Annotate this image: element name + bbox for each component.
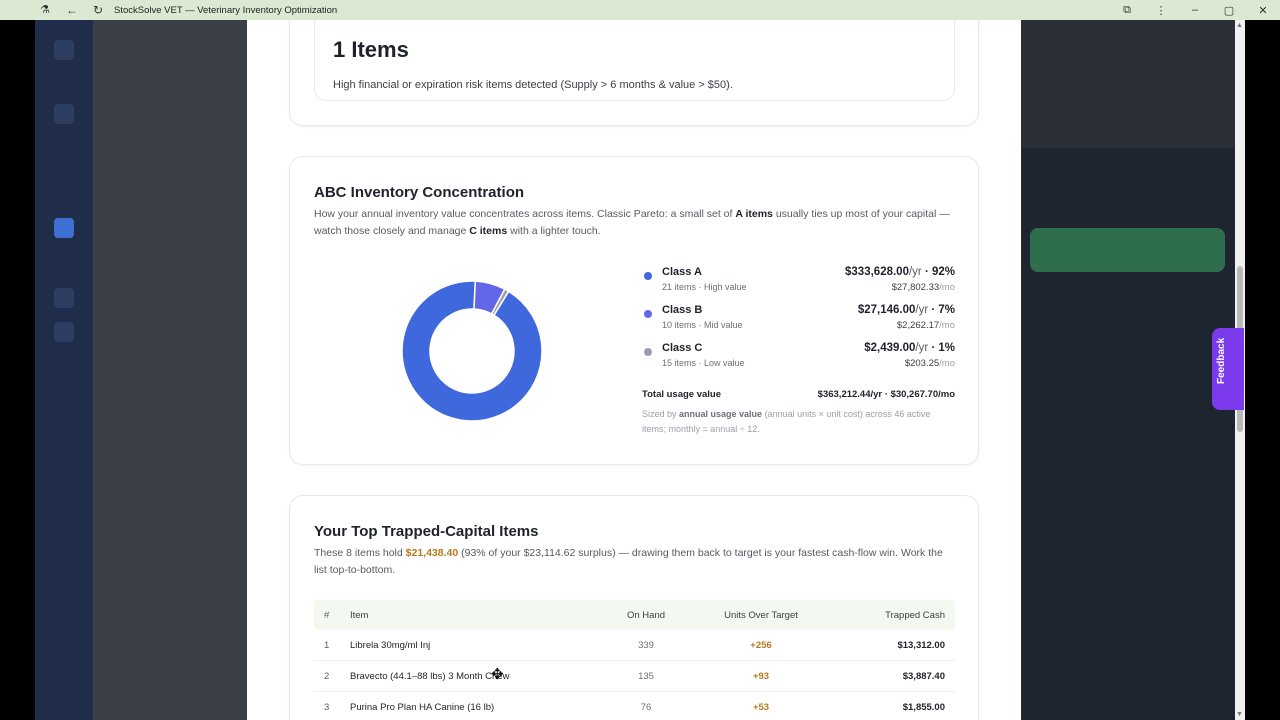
total-usage-label: Total usage value bbox=[642, 389, 722, 400]
background-nav-icon bbox=[54, 288, 74, 308]
header-trapped-cash: Trapped Cash bbox=[885, 609, 945, 621]
legend-class-sub: 15 items · Low value bbox=[662, 358, 745, 368]
risk-count: 1 Items bbox=[333, 37, 409, 62]
trapped-desc-money: $21,438.40 bbox=[405, 547, 459, 559]
sizing-note-text: Sized by bbox=[642, 409, 680, 419]
header-item: Item bbox=[350, 609, 369, 621]
row-item: Bravecto (44.1–88 lbs) 3 Month Chew bbox=[350, 670, 510, 682]
abc-donut-chart bbox=[401, 280, 543, 422]
abc-legend: Class A 21 items · High value $333,628.00/… bbox=[642, 263, 955, 377]
right-margin bbox=[1245, 20, 1280, 720]
sizing-note-bold: annual usage value bbox=[679, 409, 763, 419]
window-title: StockSolve VET — Veterinary Inventory Op… bbox=[114, 4, 338, 16]
abc-description: How your annual inventory value concentr… bbox=[314, 206, 954, 240]
scroll-down-icon[interactable]: ▼ bbox=[1236, 711, 1243, 718]
feedback-tab[interactable]: Feedback bbox=[1212, 328, 1244, 410]
background-green-button bbox=[1030, 228, 1225, 272]
background-nav-icon bbox=[54, 322, 74, 342]
background-sidebar bbox=[35, 20, 93, 720]
maximize-icon[interactable]: ▢ bbox=[1212, 4, 1246, 17]
feedback-label: Feedback bbox=[1216, 337, 1227, 384]
row-trapped-cash: $1,855.00 bbox=[902, 701, 945, 713]
legend-class-monthly: $27,802.33/mo bbox=[891, 282, 955, 293]
row-item: Purina Pro Plan HA Canine (16 lb) bbox=[350, 701, 495, 713]
abc-desc-text: How your annual inventory value concentr… bbox=[314, 208, 736, 220]
legend-class-name: Class A bbox=[662, 266, 702, 278]
background-content bbox=[93, 20, 248, 720]
legend-class-annual: $27,146.00/yr · 7% bbox=[857, 304, 955, 316]
abc-desc-c: C items bbox=[469, 225, 508, 237]
legend-class-sub: 10 items · Mid value bbox=[662, 320, 743, 330]
legend-class-monthly: $203.25/mo bbox=[904, 358, 955, 369]
window-titlebar: ⚗ ← ↻ StockSolve VET — Veterinary Invent… bbox=[0, 0, 1280, 20]
back-icon[interactable]: ← bbox=[66, 3, 78, 17]
legend-row-class-a: Class A 21 items · High value $333,628.00/… bbox=[642, 263, 955, 301]
legend-class-annual: $2,439.00/yr · 1% bbox=[864, 342, 955, 354]
reload-icon[interactable]: ↻ bbox=[92, 3, 104, 17]
row-over-target: +53 bbox=[752, 701, 770, 713]
row-trapped-cash: $13,312.00 bbox=[897, 639, 945, 651]
table-row[interactable]: 1 Librela 30mg/ml Inj 339 +256 $13,312.0… bbox=[314, 630, 955, 661]
legend-class-monthly: $2,262.17/mo bbox=[896, 320, 955, 331]
legend-dot bbox=[644, 348, 652, 356]
row-over-target: +93 bbox=[752, 670, 770, 682]
total-usage-value: $363,212.44/yr · $30,267.70/mo bbox=[817, 389, 955, 400]
abc-title: ABC Inventory Concentration bbox=[314, 184, 525, 201]
scroll-up-icon[interactable]: ▲ bbox=[1236, 22, 1243, 29]
sizing-note: Sized by annual usage value (annual unit… bbox=[642, 407, 955, 437]
risk-inner-box: 1 Items High financial or expiration ris… bbox=[314, 20, 955, 101]
header-num: # bbox=[324, 609, 330, 621]
background-nav-icon bbox=[54, 104, 74, 124]
row-num: 2 bbox=[324, 670, 330, 682]
row-on-hand: 339 bbox=[638, 639, 654, 651]
legend-dot bbox=[644, 310, 652, 318]
abc-card: ABC Inventory Concentration How your ann… bbox=[289, 156, 979, 465]
background-nav-icon bbox=[54, 218, 74, 238]
legend-class-annual: $333,628.00/yr · 92% bbox=[845, 266, 955, 278]
row-trapped-cash: $3,887.40 bbox=[902, 670, 945, 682]
risk-note: High financial or expiration risk items … bbox=[333, 79, 733, 91]
trapped-capital-card: Your Top Trapped-Capital Items These 8 i… bbox=[289, 495, 979, 720]
legend-class-name: Class C bbox=[662, 342, 703, 354]
row-on-hand: 135 bbox=[638, 670, 654, 682]
modal-panel: 1 Items High financial or expiration ris… bbox=[247, 20, 1021, 720]
extensions-icon[interactable]: ⧉ bbox=[1110, 4, 1144, 17]
background-nav-icon bbox=[54, 40, 74, 60]
trapped-table: # Item On Hand Units Over Target Trapped… bbox=[314, 600, 955, 720]
mouse-cursor-icon: ✥ bbox=[491, 666, 504, 683]
app-icon: ⚗ bbox=[40, 4, 50, 16]
trapped-desc-text: These 8 items hold bbox=[314, 547, 406, 559]
abc-desc-a: A items bbox=[735, 208, 773, 220]
table-header: # Item On Hand Units Over Target Trapped… bbox=[314, 600, 955, 630]
table-row[interactable]: 2 Bravecto (44.1–88 lbs) 3 Month Chew 13… bbox=[314, 661, 955, 692]
trapped-description: These 8 items hold $21,438.40 (93% of yo… bbox=[314, 545, 954, 579]
legend-row-class-c: Class C 15 items · Low value $2,439.00/yr … bbox=[642, 339, 955, 377]
left-margin bbox=[0, 20, 35, 720]
header-on-hand: On Hand bbox=[626, 609, 666, 621]
abc-desc-text: with a lighter touch. bbox=[507, 225, 601, 237]
row-over-target: +256 bbox=[750, 639, 772, 651]
total-usage-row: Total usage value $363,212.44/yr · $30,2… bbox=[642, 389, 955, 400]
legend-class-sub: 21 items · High value bbox=[662, 282, 747, 292]
legend-class-name: Class B bbox=[662, 304, 703, 316]
minimize-icon[interactable]: – bbox=[1178, 4, 1212, 16]
header-over-target: Units Over Target bbox=[724, 609, 798, 621]
donut-slice-class-a[interactable] bbox=[401, 280, 543, 422]
trapped-title: Your Top Trapped-Capital Items bbox=[314, 523, 539, 540]
row-num: 3 bbox=[324, 701, 330, 713]
row-num: 1 bbox=[324, 639, 330, 651]
legend-dot bbox=[644, 272, 652, 280]
row-item: Librela 30mg/ml Inj bbox=[350, 639, 431, 651]
legend-row-class-b: Class B 10 items · Mid value $27,146.00/yr… bbox=[642, 301, 955, 339]
row-on-hand: 76 bbox=[640, 701, 652, 713]
close-icon[interactable]: ✕ bbox=[1246, 4, 1280, 17]
more-menu-icon[interactable]: ⋮ bbox=[1144, 4, 1178, 17]
risk-card: 1 Items High financial or expiration ris… bbox=[289, 20, 979, 126]
table-row[interactable]: 3 Purina Pro Plan HA Canine (16 lb) 76 +… bbox=[314, 692, 955, 720]
